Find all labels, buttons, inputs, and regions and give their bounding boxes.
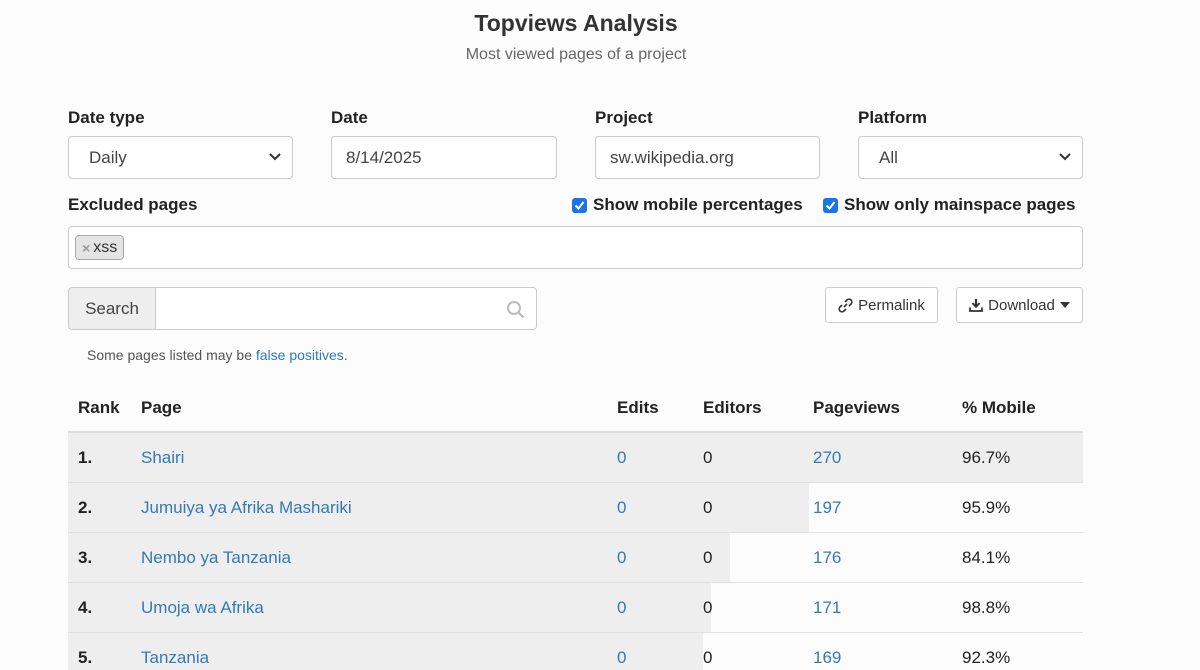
permalink-label: Permalink xyxy=(858,296,925,314)
search-group: Search xyxy=(68,287,537,330)
column-header-mobile[interactable]: % Mobile xyxy=(962,398,1036,418)
editors-cell: 0 xyxy=(703,548,713,567)
note-text: Some pages listed may be xyxy=(87,347,256,363)
pageviews-link[interactable]: 197 xyxy=(813,483,841,533)
show-mobile-label: Show mobile percentages xyxy=(593,195,803,214)
editors-cell: 0 xyxy=(703,498,713,517)
edits-link[interactable]: 0 xyxy=(617,483,626,533)
column-header-rank[interactable]: Rank xyxy=(78,398,120,418)
rank-cell: 2. xyxy=(78,498,93,517)
search-icon xyxy=(507,301,525,319)
table-row: 3. Nembo ya Tanzania 0 0 176 84.1% xyxy=(68,533,1083,583)
excluded-pages-input[interactable]: × xss xyxy=(68,226,1083,269)
download-icon xyxy=(969,299,984,312)
link-icon xyxy=(838,297,853,313)
download-button[interactable]: Download xyxy=(956,287,1083,323)
mobile-cell: 96.7% xyxy=(962,448,1011,467)
check-icon xyxy=(825,200,836,210)
pageviews-link[interactable]: 270 xyxy=(813,433,841,483)
excluded-tag-label: xss xyxy=(93,238,118,256)
project-label: Project xyxy=(595,108,653,127)
page-link[interactable]: Tanzania xyxy=(141,633,209,670)
date-type-label: Date type xyxy=(68,108,145,127)
mobile-cell: 95.9% xyxy=(962,498,1011,517)
date-label: Date xyxy=(331,108,368,127)
date-value: 8/14/2025 xyxy=(346,147,422,167)
editors-cell: 0 xyxy=(703,448,713,467)
edits-link[interactable]: 0 xyxy=(617,633,626,670)
permalink-button[interactable]: Permalink xyxy=(825,287,938,323)
caret-down-icon xyxy=(1059,302,1070,308)
show-mobile-checkbox[interactable] xyxy=(572,197,587,213)
column-header-page[interactable]: Page xyxy=(141,398,182,418)
remove-tag-icon[interactable]: × xyxy=(82,240,90,256)
rank-cell: 4. xyxy=(78,598,93,617)
editors-cell: 0 xyxy=(703,598,713,617)
page-subtitle: Most viewed pages of a project xyxy=(465,46,687,63)
table-row: 1. Shairi 0 0 270 96.7% xyxy=(68,433,1083,483)
pageviews-link[interactable]: 169 xyxy=(813,633,841,670)
platform-label: Platform xyxy=(858,108,927,127)
mainspace-only-checkbox[interactable] xyxy=(823,197,838,213)
table-row: 4. Umoja wa Afrika 0 0 171 98.8% xyxy=(68,583,1083,633)
date-type-value: Daily xyxy=(89,147,127,167)
mobile-cell: 84.1% xyxy=(962,548,1011,567)
page-link[interactable]: Shairi xyxy=(141,433,184,483)
pageviews-link[interactable]: 176 xyxy=(813,533,841,583)
pageviews-link[interactable]: 171 xyxy=(813,583,841,633)
false-positives-note: Some pages listed may be false positives… xyxy=(87,347,348,363)
page-link[interactable]: Jumuiya ya Afrika Mashariki xyxy=(141,483,352,533)
chevron-down-icon xyxy=(1059,153,1071,161)
column-header-editors[interactable]: Editors xyxy=(703,398,762,418)
mainspace-only-label: Show only mainspace pages xyxy=(844,195,1076,214)
pageviews-bar xyxy=(68,433,1083,482)
download-label: Download xyxy=(988,296,1055,314)
table-row: 5. Tanzania 0 0 169 92.3% xyxy=(68,633,1083,670)
chevron-down-icon xyxy=(269,153,281,161)
platform-select[interactable]: All xyxy=(858,136,1083,179)
project-input[interactable]: sw.wikipedia.org xyxy=(595,136,820,179)
note-suffix: . xyxy=(343,347,348,363)
page-link[interactable]: Umoja wa Afrika xyxy=(141,583,264,633)
mainspace-only-toggle[interactable]: Show only mainspace pages xyxy=(823,195,1075,215)
column-header-edits[interactable]: Edits xyxy=(617,398,659,418)
rank-cell: 3. xyxy=(78,548,93,567)
platform-value: All xyxy=(879,147,898,167)
topviews-page: Topviews Analysis Most viewed pages of a… xyxy=(0,0,1200,670)
excluded-tag: × xss xyxy=(75,235,125,260)
page-title: Topviews Analysis xyxy=(474,10,678,36)
search-field xyxy=(155,287,537,330)
edits-link[interactable]: 0 xyxy=(617,583,626,633)
project-value: sw.wikipedia.org xyxy=(610,147,734,167)
rank-cell: 5. xyxy=(78,648,93,667)
excluded-pages-label: Excluded pages xyxy=(68,195,198,214)
mobile-cell: 92.3% xyxy=(962,648,1011,667)
mobile-cell: 98.8% xyxy=(962,598,1011,617)
show-mobile-toggle[interactable]: Show mobile percentages xyxy=(572,195,803,215)
table-row: 2. Jumuiya ya Afrika Mashariki 0 0 197 9… xyxy=(68,483,1083,533)
page-link[interactable]: Nembo ya Tanzania xyxy=(141,533,291,583)
check-icon xyxy=(574,200,585,210)
search-input[interactable] xyxy=(156,288,536,329)
edits-link[interactable]: 0 xyxy=(617,433,626,483)
rank-cell: 1. xyxy=(78,448,93,467)
editors-cell: 0 xyxy=(703,648,713,667)
edits-link[interactable]: 0 xyxy=(617,533,626,583)
search-addon-label: Search xyxy=(68,287,155,330)
date-type-select[interactable]: Daily xyxy=(68,136,293,179)
date-input[interactable]: 8/14/2025 xyxy=(331,136,557,179)
false-positives-link[interactable]: false positives xyxy=(256,347,344,363)
column-header-pageviews[interactable]: Pageviews xyxy=(813,398,900,418)
